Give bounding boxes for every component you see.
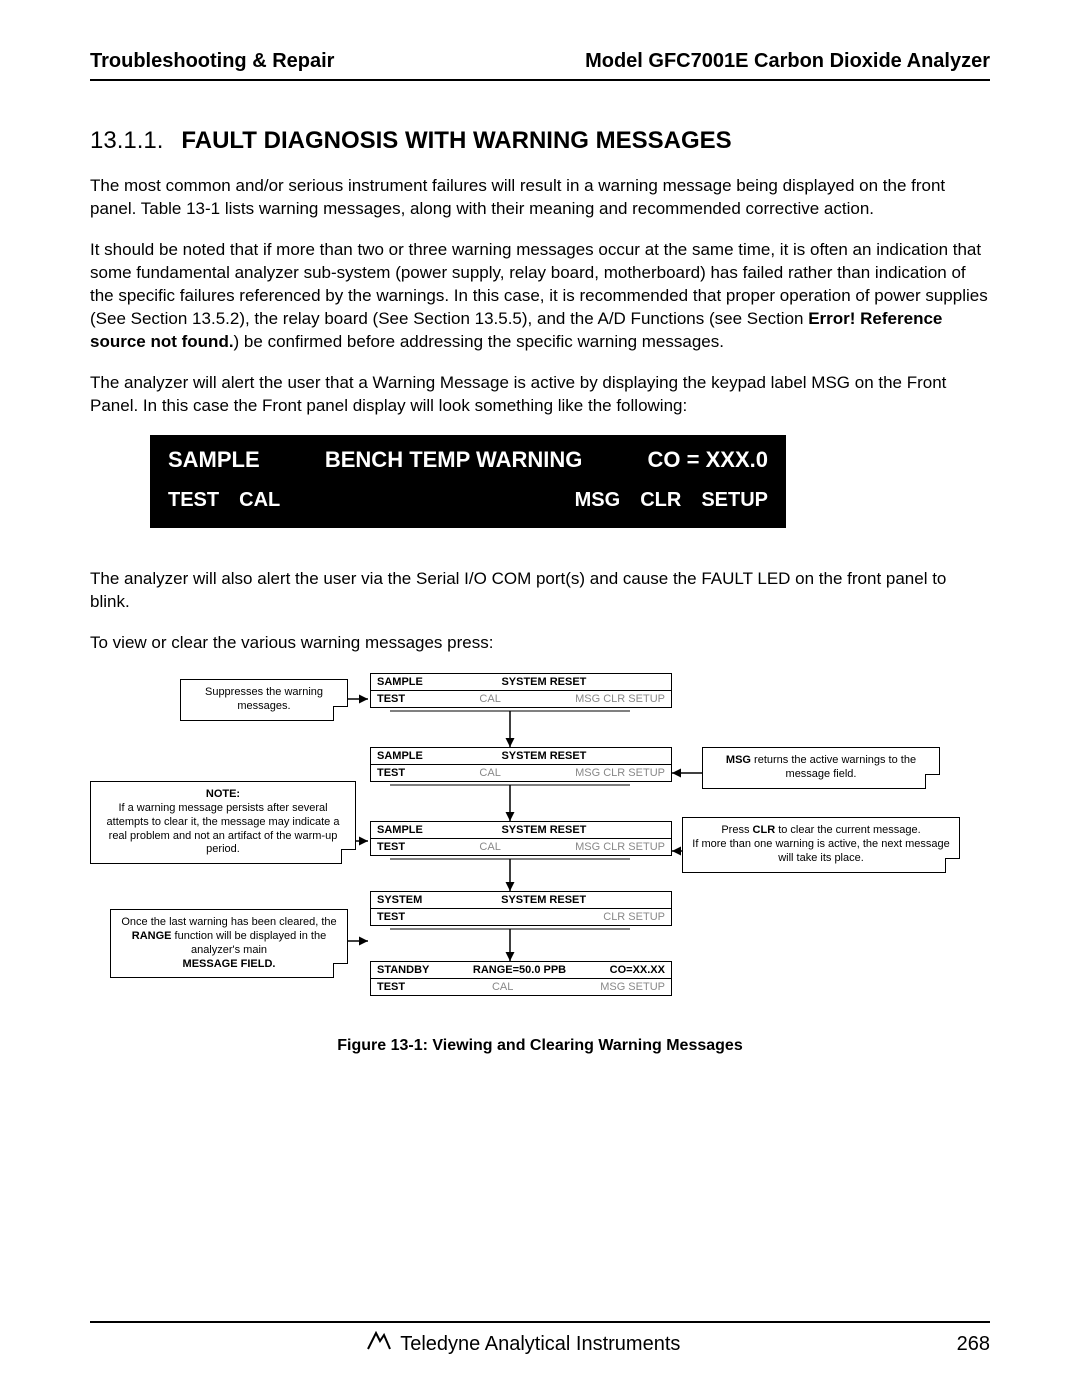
paragraph: It should be noted that if more than two… bbox=[90, 239, 990, 354]
page-number: 268 bbox=[957, 1333, 990, 1356]
header-right: Model GFC7001E Carbon Dioxide Analyzer bbox=[585, 50, 990, 73]
paragraph: The analyzer will also alert the user vi… bbox=[90, 568, 990, 614]
page-footer: Teledyne Analytical Instruments 268 bbox=[90, 1321, 990, 1357]
figure-caption: Figure 13-1: Viewing and Clearing Warnin… bbox=[90, 1037, 990, 1055]
flow-panel: STANDBYRANGE=50.0 PPBCO=XX.XX TESTCALMSG… bbox=[370, 961, 672, 996]
note-range: Once the last warning has been cleared, … bbox=[110, 909, 348, 978]
lcd-mode: SAMPLE bbox=[168, 447, 260, 473]
lcd-panel: SAMPLE BENCH TEMP WARNING CO = XXX.0 TES… bbox=[150, 435, 786, 528]
lcd-reading: CO = XXX.0 bbox=[648, 447, 768, 473]
lcd-key: MSG bbox=[575, 489, 621, 512]
header-left: Troubleshooting & Repair bbox=[90, 50, 334, 73]
note-clr: Press CLR to clear the current message. … bbox=[682, 817, 960, 872]
section-number: 13.1.1. bbox=[90, 127, 163, 155]
paragraph: The most common and/or serious instrumen… bbox=[90, 175, 990, 221]
lcd-key: TEST bbox=[168, 489, 219, 512]
section-title: FAULT DIAGNOSIS WITH WARNING MESSAGES bbox=[181, 127, 731, 155]
lcd-key: SETUP bbox=[701, 489, 768, 512]
lcd-key: CAL bbox=[239, 489, 280, 512]
paragraph: To view or clear the various warning mes… bbox=[90, 632, 990, 655]
flow-panel: SAMPLESYSTEM RESET TESTCALMSG CLR SETUP bbox=[370, 747, 672, 782]
header-rule bbox=[90, 79, 990, 81]
flow-diagram: SAMPLESYSTEM RESET TESTCALMSG CLR SETUP … bbox=[90, 673, 990, 1023]
lcd-warning: BENCH TEMP WARNING bbox=[325, 447, 583, 473]
flow-panel: SAMPLESYSTEM RESET TESTCALMSG CLR SETUP bbox=[370, 673, 672, 708]
brand-text: Teledyne Analytical Instruments bbox=[400, 1333, 680, 1356]
flow-panel: SAMPLESYSTEM RESET TESTCALMSG CLR SETUP bbox=[370, 821, 672, 856]
flow-panel: SYSTEMSYSTEM RESET TESTCLR SETUP bbox=[370, 891, 672, 926]
section-heading: 13.1.1. FAULT DIAGNOSIS WITH WARNING MES… bbox=[90, 127, 990, 155]
brand-logo-icon bbox=[366, 1331, 392, 1357]
note-msg: MSG returns the active warnings to the m… bbox=[702, 747, 940, 789]
note-suppress: Suppresses the warning messages. bbox=[180, 679, 348, 721]
lcd-key: CLR bbox=[640, 489, 681, 512]
paragraph: The analyzer will alert the user that a … bbox=[90, 372, 990, 418]
note-persist: NOTE: If a warning message persists afte… bbox=[90, 781, 356, 864]
